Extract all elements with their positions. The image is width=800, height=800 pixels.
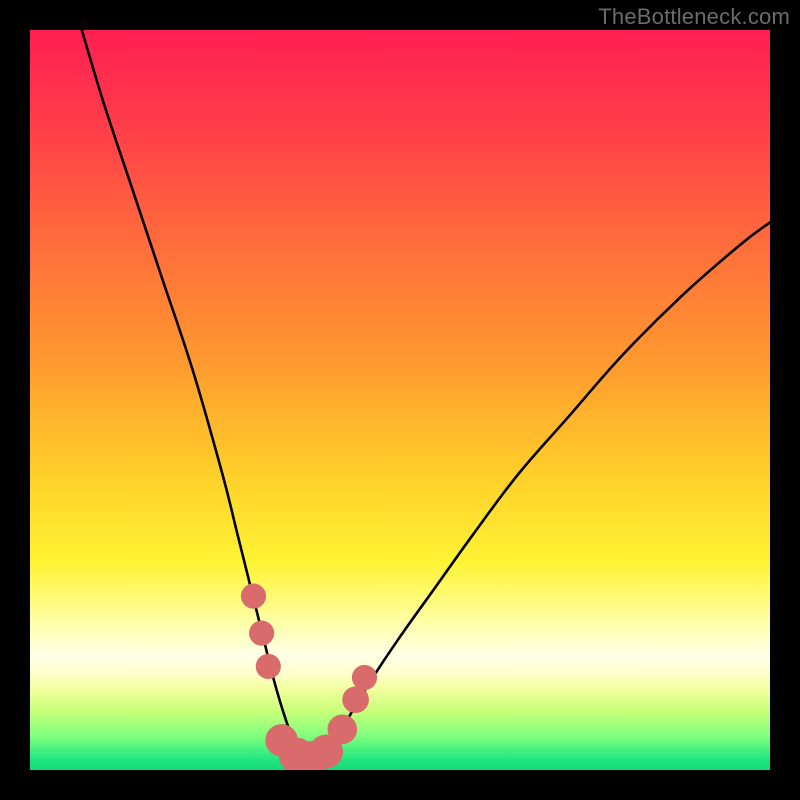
- plot-area: [30, 30, 770, 770]
- chart-stage: TheBottleneck.com: [0, 0, 800, 800]
- curve-marker: [327, 715, 357, 745]
- curve-marker: [241, 584, 266, 609]
- curve-marker: [256, 654, 281, 679]
- curve-marker: [342, 686, 369, 713]
- bottleneck-curve: [30, 30, 770, 770]
- curve-marker: [249, 621, 274, 646]
- curve-marker: [352, 665, 377, 690]
- curve-markers: [241, 584, 377, 770]
- curve-path: [82, 30, 770, 760]
- watermark-text: TheBottleneck.com: [598, 4, 790, 30]
